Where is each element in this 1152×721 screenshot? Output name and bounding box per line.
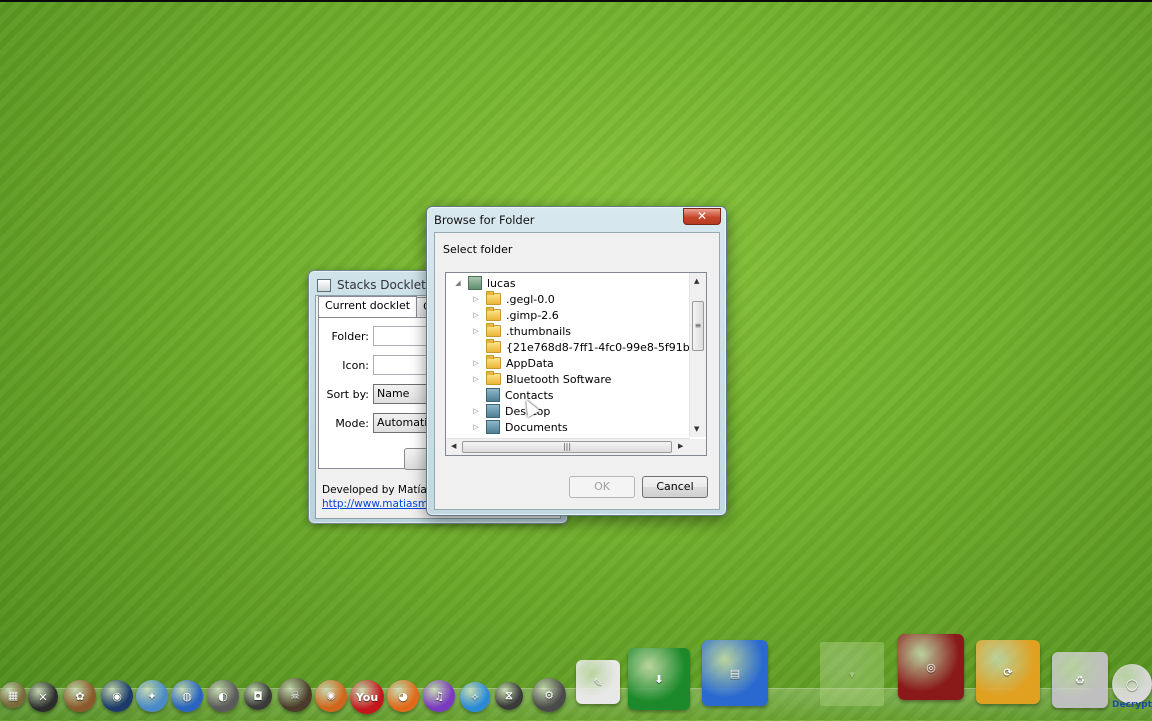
- folder-label: Folder:: [331, 329, 369, 343]
- safari-icon[interactable]: ✧: [460, 682, 490, 712]
- sort-label: Sort by:: [326, 387, 369, 401]
- decrypter-label: Decrypte: [1112, 700, 1152, 710]
- desktop-top-edge: [0, 0, 1152, 2]
- collapsed-arrow-icon[interactable]: ▷: [472, 311, 480, 320]
- stacks-titlebar[interactable]: Stacks Docklet: [317, 276, 426, 294]
- tree-item-label: .gegl-0.0: [506, 292, 555, 306]
- disc-burner-icon[interactable]: ◐: [207, 680, 239, 712]
- documents-folder-icon: [486, 420, 500, 434]
- tree-item-gegl[interactable]: ▷ .gegl-0.0: [472, 291, 555, 307]
- expanded-arrow-icon[interactable]: ◢: [454, 279, 462, 288]
- winamp-icon[interactable]: ♫: [423, 680, 455, 712]
- scroll-corner: [690, 439, 706, 455]
- vertical-scroll-thumb[interactable]: ≡: [692, 301, 704, 351]
- cancel-button[interactable]: Cancel: [642, 476, 708, 498]
- tree-item-appdata[interactable]: ▷ AppData: [472, 355, 554, 371]
- game-icon[interactable]: ☠: [278, 678, 312, 712]
- folder-icon: [486, 323, 501, 337]
- ok-button[interactable]: OK: [569, 476, 635, 498]
- collapsed-arrow-icon[interactable]: ▷: [472, 359, 480, 368]
- no-expander: [472, 343, 480, 352]
- tree-item-lucas[interactable]: ◢ lucas: [454, 275, 516, 291]
- tree-item-thumbnails[interactable]: ▷ .thumbnails: [472, 323, 571, 339]
- select-folder-prompt: Select folder: [443, 243, 513, 256]
- scroll-down-arrow-icon[interactable]: ▼: [694, 425, 699, 433]
- tree-item-documents[interactable]: ▷ Documents: [472, 419, 568, 435]
- icon-label: Icon:: [342, 358, 369, 372]
- dialog-client: Select folder ◢ lucas ▷ .gegl-0.0 ▷ .gim…: [434, 232, 720, 510]
- notepad-icon[interactable]: ✎: [576, 660, 620, 704]
- computer-icon[interactable]: ▦: [0, 682, 26, 708]
- firefox-icon[interactable]: ◕: [387, 680, 419, 712]
- stack-placeholder-icon[interactable]: ▾: [820, 642, 884, 706]
- folder-tree[interactable]: ◢ lucas ▷ .gegl-0.0 ▷ .gimp-2.6 ▷ .thumb…: [445, 272, 707, 456]
- decrypter-icon[interactable]: ◯: [1112, 664, 1152, 704]
- tree-item-label: {21e768d8-7ff1-4fc0-99e8-5f91bbcb5e85}: [506, 340, 706, 354]
- download-folder-icon[interactable]: ⬇: [628, 648, 690, 710]
- vertical-scrollbar[interactable]: ▲ ≡ ▼: [689, 273, 706, 437]
- contacts-folder-icon: [486, 388, 500, 402]
- film-reel-icon[interactable]: ◎: [898, 634, 964, 700]
- close-icon: ✕: [696, 209, 708, 223]
- folder-icon: [486, 355, 501, 369]
- globe-icon[interactable]: ◍: [171, 680, 203, 712]
- tree-item-label: AppData: [506, 356, 554, 370]
- no-expander: [472, 391, 480, 400]
- collapsed-arrow-icon[interactable]: ▷: [472, 423, 480, 432]
- tree-item-label: .gimp-2.6: [506, 308, 559, 322]
- book-icon[interactable]: ▤: [702, 640, 768, 706]
- user-folder-icon: [468, 276, 482, 290]
- browse-for-folder-dialog[interactable]: Browse for Folder ✕ Select folder ◢ luca…: [426, 206, 727, 516]
- tree-item-label: .thumbnails: [506, 324, 572, 338]
- folder-icon: [486, 307, 501, 321]
- horizontal-scrollbar[interactable]: ◀ ||| ▶: [446, 438, 690, 455]
- trash-icon[interactable]: ♻: [1052, 652, 1108, 708]
- gear-icon[interactable]: ⚙: [532, 678, 566, 712]
- mode-label: Mode:: [335, 416, 369, 430]
- tree-item-label: lucas: [487, 276, 516, 290]
- folder-icon: [486, 339, 501, 353]
- collapsed-arrow-icon[interactable]: ▷: [472, 327, 480, 336]
- tree-item-label: Bluetooth Software: [506, 372, 612, 386]
- camera-icon[interactable]: ◘: [244, 682, 272, 710]
- folder-icon: [486, 371, 501, 385]
- dialog-title: Browse for Folder: [434, 213, 535, 227]
- window-app-icon: [317, 278, 331, 292]
- tree-item-gimp[interactable]: ▷ .gimp-2.6: [472, 307, 559, 323]
- fox-icon[interactable]: ✺: [315, 680, 347, 712]
- tab-current-docklet[interactable]: Current docklet: [318, 296, 418, 317]
- network-icon[interactable]: ✦: [136, 680, 168, 712]
- scroll-right-arrow-icon[interactable]: ▶: [678, 442, 683, 450]
- collapsed-arrow-icon[interactable]: ▷: [472, 295, 480, 304]
- crossover-icon[interactable]: ✕: [28, 682, 58, 712]
- desktop-folder-icon: [486, 404, 500, 418]
- media-player-icon[interactable]: ◉: [101, 680, 133, 712]
- gimp-icon[interactable]: ✿: [64, 680, 96, 712]
- close-button[interactable]: ✕: [683, 208, 721, 225]
- collapsed-arrow-icon[interactable]: ▷: [472, 375, 480, 384]
- folder-icon: [486, 291, 501, 305]
- scroll-left-arrow-icon[interactable]: ◀: [451, 442, 456, 450]
- tree-item-contacts[interactable]: Contacts: [472, 387, 554, 403]
- youtube-icon[interactable]: You: [350, 680, 384, 714]
- scroll-up-arrow-icon[interactable]: ▲: [694, 277, 699, 285]
- horizontal-scroll-thumb[interactable]: |||: [462, 441, 672, 453]
- tree-item-bluetooth[interactable]: ▷ Bluetooth Software: [472, 371, 611, 387]
- stacks-title: Stacks Docklet: [337, 278, 426, 292]
- collapsed-arrow-icon[interactable]: ▷: [472, 407, 480, 416]
- phone-sync-icon[interactable]: ⟳: [976, 640, 1040, 704]
- tie-fighter-icon[interactable]: ⧖: [495, 682, 523, 710]
- tree-item-guid-folder[interactable]: {21e768d8-7ff1-4fc0-99e8-5f91bbcb5e85}: [472, 339, 706, 355]
- tree-item-label: Documents: [505, 420, 568, 434]
